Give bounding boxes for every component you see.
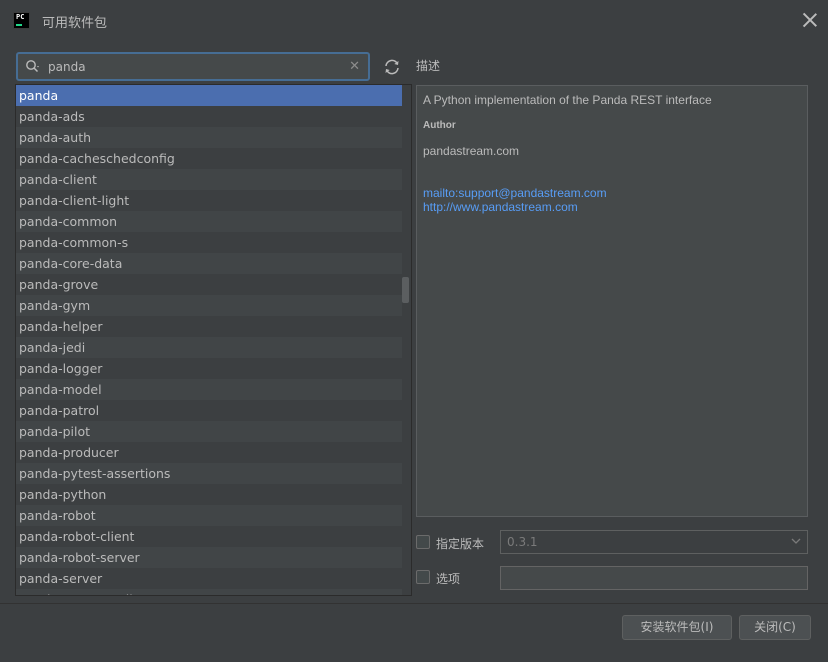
package-list-item[interactable]: panda-client-light [16,190,402,211]
author-name: pandastream.com [423,144,520,158]
package-list-item[interactable]: panda-server [16,568,402,589]
package-list-item[interactable]: panda-logger [16,358,402,379]
package-list-item[interactable]: panda-model [16,379,402,400]
mailto-link[interactable]: mailto:support@pandastream.com [423,186,801,200]
options-field[interactable] [500,566,808,590]
author-heading: Author [423,120,456,131]
package-list-item[interactable]: panda-core-data [16,253,402,274]
options-label: 选项 [436,572,461,586]
scrollbar-thumb[interactable] [402,277,409,303]
package-list-item[interactable]: panda-cacheschedconfig [16,148,402,169]
search-icon[interactable] [25,59,41,75]
package-list-item[interactable]: panda-python [16,484,402,505]
description-label: 描述 [416,59,441,73]
window-title: 可用软件包 [42,16,108,31]
package-list-item[interactable]: panda-common [16,211,402,232]
package-list-item[interactable]: panda-gym [16,295,402,316]
package-list-item[interactable]: panda-pilot [16,421,402,442]
description-panel: A Python implementation of the Panda RES… [416,85,808,517]
close-icon[interactable] [802,12,818,28]
package-list-item[interactable]: panda-auth [16,127,402,148]
package-list-item[interactable]: panda-robot [16,505,402,526]
package-list-item[interactable]: panda-helper [16,316,402,337]
pycharm-icon: PC [13,12,30,29]
package-list-item[interactable]: panda-client [16,169,402,190]
package-list-item[interactable]: panda-common-s [16,232,402,253]
options-checkbox[interactable] [416,570,430,584]
description-summary: A Python implementation of the Panda RES… [423,93,712,107]
package-list-item[interactable]: panda-pytest-assertions [16,463,402,484]
package-list-item[interactable]: panda-ads [16,106,402,127]
footer-divider [0,603,828,604]
package-list-item[interactable]: panda-server-mail [16,589,402,595]
close-button[interactable]: 关闭(C) [739,615,811,640]
clear-search-icon[interactable]: ✕ [349,59,360,74]
search-input[interactable] [48,58,338,76]
package-list-item[interactable]: panda-robot-client [16,526,402,547]
specify-version-label: 指定版本 [436,537,485,551]
version-select[interactable]: 0.3.1 [500,530,808,554]
package-list-item[interactable]: panda-producer [16,442,402,463]
package-list-item[interactable]: panda-robot-server [16,547,402,568]
search-box[interactable]: ✕ [16,52,370,81]
chevron-down-icon [791,538,801,544]
version-value: 0.3.1 [507,535,538,549]
package-list-item[interactable]: panda [16,85,402,106]
package-list-item[interactable]: panda-patrol [16,400,402,421]
specify-version-checkbox[interactable] [416,535,430,549]
package-list-item[interactable]: panda-jedi [16,337,402,358]
install-package-button[interactable]: 安装软件包(I) [622,615,732,640]
title-bar: PC 可用软件包 [0,0,828,42]
package-list[interactable]: panda panda-ads panda-auth panda-cachesched… [15,84,412,596]
package-list-item[interactable]: panda-grove [16,274,402,295]
refresh-icon[interactable] [382,57,402,77]
homepage-link[interactable]: http://www.pandastream.com [423,200,801,214]
